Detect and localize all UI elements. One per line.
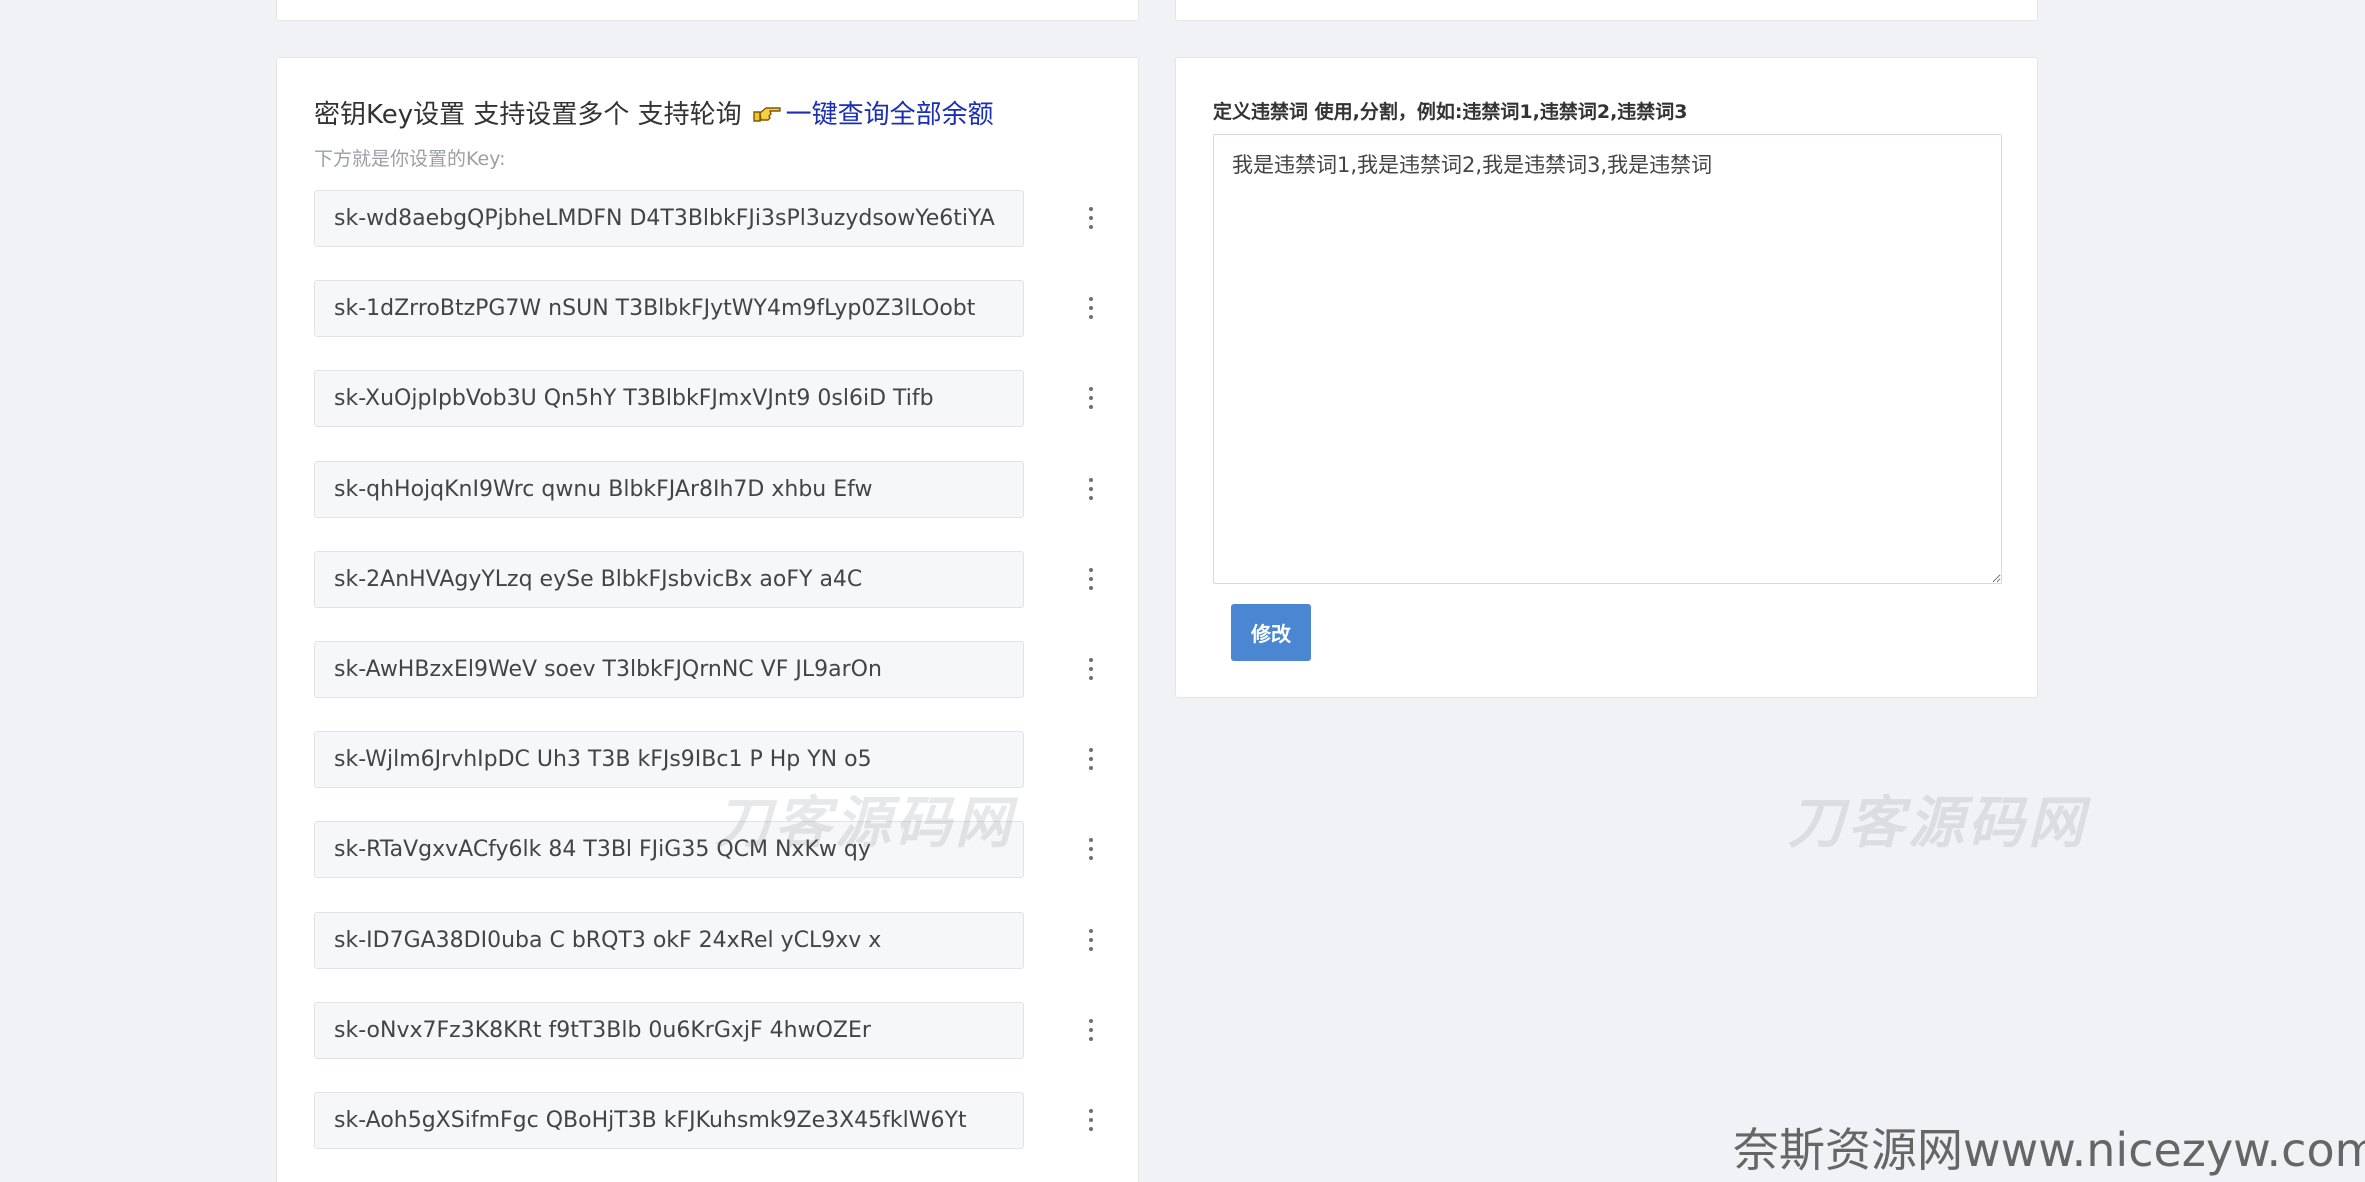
key-field[interactable]: sk-XuOjpIpbVob3U Qn5hY T3BlbkFJmxVJnt9 0… [314, 370, 1024, 427]
key-field[interactable]: sk-AwHBzxEl9WeV soev T3lbkFJQrnNC VF JL9… [314, 641, 1024, 698]
watermark-bottom: 奈斯资源网www.nicezyw.com [1733, 1123, 2365, 1177]
more-options-icon[interactable] [1083, 384, 1099, 412]
menu-dot [1089, 387, 1093, 391]
more-options-icon[interactable] [1083, 1106, 1099, 1134]
menu-dot [1089, 207, 1093, 211]
more-options-icon[interactable] [1083, 1016, 1099, 1044]
more-options-icon[interactable] [1083, 926, 1099, 954]
menu-dot [1089, 225, 1093, 229]
previous-card-left [276, 0, 1139, 21]
previous-card-right [1175, 0, 2038, 21]
menu-dot [1089, 1109, 1093, 1113]
key-field[interactable]: sk-oNvx7Fz3K8KRt f9tT3Blb 0u6KrGxjF 4hwO… [314, 1002, 1024, 1059]
menu-dot [1089, 396, 1093, 400]
key-row: sk-XuOjpIpbVob3U Qn5hY T3BlbkFJmxVJnt9 0… [314, 370, 1093, 427]
more-options-icon[interactable] [1083, 655, 1099, 683]
key-field[interactable]: sk-RTaVgxvACfy6lk 84 T3Bl FJiG35 QCM NxK… [314, 821, 1024, 878]
menu-dot [1089, 487, 1093, 491]
key-field[interactable]: sk-ID7GA38DI0uba C bRQT3 okF 24xRel yCL9… [314, 912, 1024, 969]
banned-words-card: 定义违禁词 使用,分割，例如:违禁词1,违禁词2,违禁词3 我是违禁词1,我是违… [1175, 57, 2038, 698]
key-settings-title: 密钥Key设置 支持设置多个 支持轮询 一键查询全部余额 [314, 94, 994, 131]
menu-dot [1089, 478, 1093, 482]
menu-dot [1089, 405, 1093, 409]
more-options-icon[interactable] [1083, 745, 1099, 773]
menu-dot [1089, 838, 1093, 842]
query-all-balance-link[interactable]: 一键查询全部余额 [752, 94, 994, 131]
menu-dot [1089, 667, 1093, 671]
menu-dot [1089, 757, 1093, 761]
menu-dot [1089, 1028, 1093, 1032]
key-row: sk-AwHBzxEl9WeV soev T3lbkFJQrnNC VF JL9… [314, 641, 1093, 698]
key-settings-card: 密钥Key设置 支持设置多个 支持轮询 一键查询全部余额 下方就是你设置的Key… [276, 57, 1139, 1182]
watermark-right: 刀客源码网 [1788, 790, 2088, 856]
modify-button[interactable]: 修改 [1231, 604, 1311, 661]
menu-dot [1089, 577, 1093, 581]
pointing-hand-icon [752, 106, 781, 122]
key-row: sk-RTaVgxvACfy6lk 84 T3Bl FJiG35 QCM NxK… [314, 821, 1093, 878]
key-field[interactable]: sk-Wjlm6JrvhIpDC Uh3 T3B kFJs9IBc1 P Hp … [314, 731, 1024, 788]
key-row: sk-oNvx7Fz3K8KRt f9tT3Blb 0u6KrGxjF 4hwO… [314, 1002, 1093, 1059]
menu-dot [1089, 1118, 1093, 1122]
more-options-icon[interactable] [1083, 475, 1099, 503]
banned-words-label: 定义违禁词 使用,分割，例如:违禁词1,违禁词2,违禁词3 [1213, 101, 1688, 123]
menu-dot [1089, 315, 1093, 319]
key-row: sk-ID7GA38DI0uba C bRQT3 okF 24xRel yCL9… [314, 912, 1093, 969]
key-field[interactable]: sk-qhHojqKnI9Wrc qwnu BlbkFJAr8Ih7D xhbu… [314, 461, 1024, 518]
menu-dot [1089, 306, 1093, 310]
more-options-icon[interactable] [1083, 565, 1099, 593]
key-field[interactable]: sk-wd8aebgQPjbheLMDFN D4T3BlbkFJi3sPl3uz… [314, 190, 1024, 247]
menu-dot [1089, 658, 1093, 662]
menu-dot [1089, 1019, 1093, 1023]
more-options-icon[interactable] [1083, 294, 1099, 322]
key-settings-title-text: 密钥Key设置 支持设置多个 支持轮询 [314, 100, 742, 130]
more-options-icon[interactable] [1083, 835, 1099, 863]
menu-dot [1089, 586, 1093, 590]
menu-dot [1089, 1127, 1093, 1131]
key-field[interactable]: sk-Aoh5gXSifmFgc QBoHjT3B kFJKuhsmk9Ze3X… [314, 1092, 1024, 1149]
menu-dot [1089, 297, 1093, 301]
menu-dot [1089, 938, 1093, 942]
menu-dot [1089, 568, 1093, 572]
key-list-subtitle: 下方就是你设置的Key: [314, 148, 506, 170]
menu-dot [1089, 1037, 1093, 1041]
menu-dot [1089, 496, 1093, 500]
menu-dot [1089, 766, 1093, 770]
key-row: sk-Aoh5gXSifmFgc QBoHjT3B kFJKuhsmk9Ze3X… [314, 1092, 1093, 1149]
key-field[interactable]: sk-2AnHVAgyYLzq eySe BlbkFJsbvicBx aoFY … [314, 551, 1024, 608]
menu-dot [1089, 216, 1093, 220]
menu-dot [1089, 847, 1093, 851]
key-row: sk-wd8aebgQPjbheLMDFN D4T3BlbkFJi3sPl3uz… [314, 190, 1093, 247]
menu-dot [1089, 929, 1093, 933]
key-row: sk-2AnHVAgyYLzq eySe BlbkFJsbvicBx aoFY … [314, 551, 1093, 608]
banned-words-textarea[interactable]: 我是违禁词1,我是违禁词2,我是违禁词3,我是违禁词 [1213, 134, 2002, 584]
key-field[interactable]: sk-1dZrroBtzPG7W nSUN T3BlbkFJytWY4m9fLy… [314, 280, 1024, 337]
key-row: sk-1dZrroBtzPG7W nSUN T3BlbkFJytWY4m9fLy… [314, 280, 1093, 337]
query-all-balance-label: 一键查询全部余额 [785, 100, 994, 130]
key-row: sk-qhHojqKnI9Wrc qwnu BlbkFJAr8Ih7D xhbu… [314, 461, 1093, 518]
menu-dot [1089, 748, 1093, 752]
menu-dot [1089, 856, 1093, 860]
key-row: sk-Wjlm6JrvhIpDC Uh3 T3B kFJs9IBc1 P Hp … [314, 731, 1093, 788]
more-options-icon[interactable] [1083, 204, 1099, 232]
menu-dot [1089, 947, 1093, 951]
menu-dot [1089, 676, 1093, 680]
